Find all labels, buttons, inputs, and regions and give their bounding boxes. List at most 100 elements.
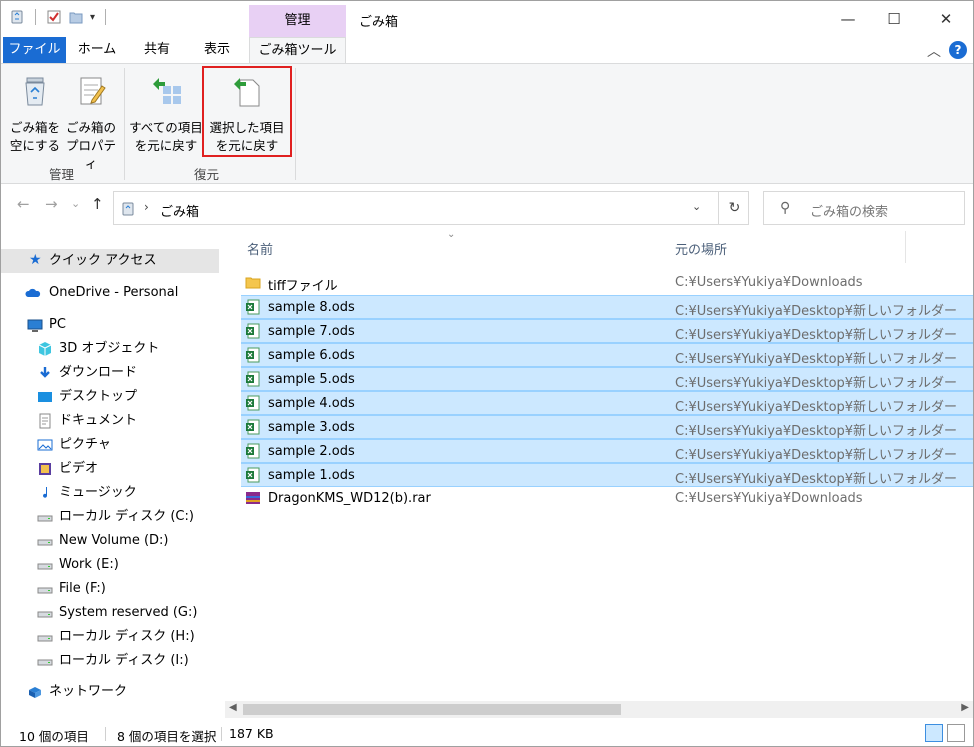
- sidebar-item-label: クイック アクセス: [49, 253, 157, 268]
- recycle-bin-small-icon[interactable]: [9, 9, 25, 25]
- quick-access-toolbar: ▾: [9, 9, 110, 25]
- sidebar-item-drive[interactable]: System reserved (G:): [1, 601, 219, 625]
- sidebar-item-label: OneDrive - Personal: [49, 285, 179, 300]
- restore-all-button[interactable]: すべての項目 を元に戻す: [129, 70, 203, 155]
- file-original-location: C:¥Users¥Yukiya¥Desktop¥新しいフォルダー: [675, 376, 958, 391]
- file-name: DragonKMS_WD12(b).rar: [268, 491, 431, 506]
- sidebar-item-downloads[interactable]: ダウンロード: [1, 361, 219, 385]
- tab-view[interactable]: 表示: [193, 37, 241, 63]
- status-item-count: 10 個の項目: [19, 729, 89, 744]
- toolbar-divider: [105, 9, 107, 25]
- breadcrumb[interactable]: ごみ箱: [160, 201, 199, 220]
- sidebar-item-drive[interactable]: ローカル ディスク (C:): [1, 505, 219, 529]
- maximize-button[interactable]: ☐: [871, 1, 917, 37]
- empty-line1: ごみ箱を: [9, 120, 60, 135]
- new-folder-icon[interactable]: [68, 9, 84, 25]
- details-view-icon[interactable]: [925, 724, 943, 742]
- tab-home[interactable]: ホーム: [73, 37, 121, 63]
- refresh-icon[interactable]: ↻: [718, 192, 750, 224]
- sidebar-item-drive[interactable]: ローカル ディスク (H:): [1, 625, 219, 649]
- minimize-button[interactable]: —: [825, 1, 871, 37]
- tab-share[interactable]: 共有: [135, 37, 179, 63]
- spreadsheet-icon: [246, 467, 260, 483]
- sidebar-item-videos[interactable]: ビデオ: [1, 457, 219, 481]
- table-row[interactable]: sample 5.ods C:¥Users¥Yukiya¥Desktop¥新しいフ…: [241, 367, 973, 391]
- restore-all-icon: [153, 78, 181, 104]
- file-name: sample 5.ods: [268, 372, 355, 387]
- address-dropdown-icon[interactable]: ⌄: [692, 200, 701, 213]
- empty-recycle-bin-button[interactable]: ごみ箱を 空にする: [7, 70, 63, 155]
- column-header-original-location[interactable]: 元の場所: [675, 239, 727, 258]
- table-row[interactable]: sample 3.ods C:¥Users¥Yukiya¥Desktop¥新しいフ…: [241, 415, 973, 439]
- table-row[interactable]: sample 7.ods C:¥Users¥Yukiya¥Desktop¥新しいフ…: [241, 319, 973, 343]
- sidebar-item-pictures[interactable]: ピクチャ: [1, 433, 219, 457]
- sidebar-item-network[interactable]: ネットワーク: [1, 680, 219, 704]
- sidebar-item-3d-objects[interactable]: 3D オブジェクト: [1, 337, 219, 361]
- scroll-left-arrow-icon[interactable]: ◀: [229, 702, 237, 713]
- folder-icon: [245, 277, 261, 289]
- sidebar-item-label: ミュージック: [59, 485, 137, 500]
- sidebar-item-music[interactable]: ミュージック: [1, 481, 219, 505]
- table-row[interactable]: sample 4.ods C:¥Users¥Yukiya¥Desktop¥新しいフ…: [241, 391, 973, 415]
- scrollbar-thumb[interactable]: [243, 704, 621, 715]
- sidebar-item-drive[interactable]: File (F:): [1, 577, 219, 601]
- table-row[interactable]: sample 8.ods C:¥Users¥Yukiya¥Desktop¥新しいフ…: [241, 295, 973, 319]
- drive-icon: [37, 563, 53, 570]
- explorer-window: ▾ 管理 ごみ箱 — ☐ ✕ ファイル ホーム 共有 表示 ごみ箱ツール ︿ ?…: [0, 0, 974, 747]
- customize-toolbar-chevron-icon[interactable]: ▾: [90, 12, 95, 23]
- horizontal-scrollbar[interactable]: ◀ ▶: [225, 701, 973, 718]
- back-arrow-icon[interactable]: ←: [17, 195, 30, 213]
- search-box[interactable]: ⚲ ごみ箱の検索: [763, 191, 965, 225]
- sidebar-item-onedrive[interactable]: OneDrive - Personal: [1, 281, 219, 305]
- help-icon[interactable]: ?: [949, 41, 967, 59]
- collapse-ribbon-icon[interactable]: ︿: [927, 41, 941, 61]
- column-divider[interactable]: [905, 231, 906, 263]
- 3d-objects-icon: [38, 342, 52, 356]
- sidebar-item-quick-access[interactable]: ★ クイック アクセス: [1, 249, 219, 273]
- table-row[interactable]: sample 6.ods C:¥Users¥Yukiya¥Desktop¥新しいフ…: [241, 343, 973, 367]
- search-input[interactable]: ごみ箱の検索: [810, 201, 888, 220]
- drive-icon: [37, 539, 53, 546]
- file-original-location: C:¥Users¥Yukiya¥Desktop¥新しいフォルダー: [675, 424, 958, 439]
- toolbar-divider: [35, 9, 36, 25]
- sidebar-item-desktop[interactable]: デスクトップ: [1, 385, 219, 409]
- status-divider: [221, 727, 222, 741]
- tab-file[interactable]: ファイル: [3, 37, 66, 63]
- sidebar-item-drive[interactable]: Work (E:): [1, 553, 219, 577]
- breadcrumb-chevron-icon[interactable]: ›: [144, 200, 149, 214]
- desktop-icon: [38, 392, 52, 402]
- table-row[interactable]: tiffファイル C:¥Users¥Yukiya¥Downloads: [241, 271, 973, 295]
- file-name: sample 8.ods: [268, 300, 355, 315]
- sidebar-item-label: ローカル ディスク (I:): [59, 653, 189, 668]
- sidebar-item-drive[interactable]: ローカル ディスク (I:): [1, 649, 219, 673]
- navigation-row: ← → ⌄ ↑ › ごみ箱 ⌄ ↻ ⚲ ごみ箱の検索: [1, 187, 973, 227]
- file-name: sample 2.ods: [268, 444, 355, 459]
- file-list-header: ⌄ 名前 元の場所: [239, 229, 973, 263]
- address-bar[interactable]: › ごみ箱 ⌄ ↻: [113, 191, 749, 225]
- sidebar-item-pc[interactable]: PC: [1, 313, 219, 337]
- table-row[interactable]: sample 2.ods C:¥Users¥Yukiya¥Desktop¥新しいフ…: [241, 439, 973, 463]
- close-button[interactable]: ✕: [923, 1, 969, 37]
- file-name: sample 3.ods: [268, 420, 355, 435]
- sidebar-item-label: ビデオ: [59, 461, 99, 476]
- properties-check-icon[interactable]: [46, 9, 62, 25]
- table-row[interactable]: sample 1.ods C:¥Users¥Yukiya¥Desktop¥新しいフ…: [241, 463, 973, 487]
- sidebar-item-drive[interactable]: New Volume (D:): [1, 529, 219, 553]
- cloud-icon: [25, 288, 41, 297]
- up-arrow-icon[interactable]: ↑: [91, 195, 104, 213]
- restore-all-line1: すべての項目: [129, 120, 203, 135]
- recycle-bin-properties-button[interactable]: ごみ箱の プロパティ: [61, 70, 121, 173]
- scroll-right-arrow-icon[interactable]: ▶: [961, 702, 969, 713]
- column-header-name[interactable]: 名前: [247, 239, 273, 258]
- group-label-manage: 管理: [49, 167, 75, 182]
- large-icons-view-icon[interactable]: [947, 724, 965, 742]
- restore-all-line2: を元に戻す: [134, 138, 198, 153]
- file-name: sample 7.ods: [268, 324, 355, 339]
- tab-recycle-bin-tools[interactable]: ごみ箱ツール: [249, 37, 346, 63]
- table-row[interactable]: DragonKMS_WD12(b).rar C:¥Users¥Yukiya¥Dow…: [241, 487, 973, 511]
- empty-recycle-bin-icon: [25, 77, 45, 106]
- sidebar-item-documents[interactable]: ドキュメント: [1, 409, 219, 433]
- context-tab-header: 管理: [249, 5, 346, 37]
- recent-locations-icon[interactable]: ⌄: [71, 197, 80, 210]
- forward-arrow-icon[interactable]: →: [45, 195, 58, 213]
